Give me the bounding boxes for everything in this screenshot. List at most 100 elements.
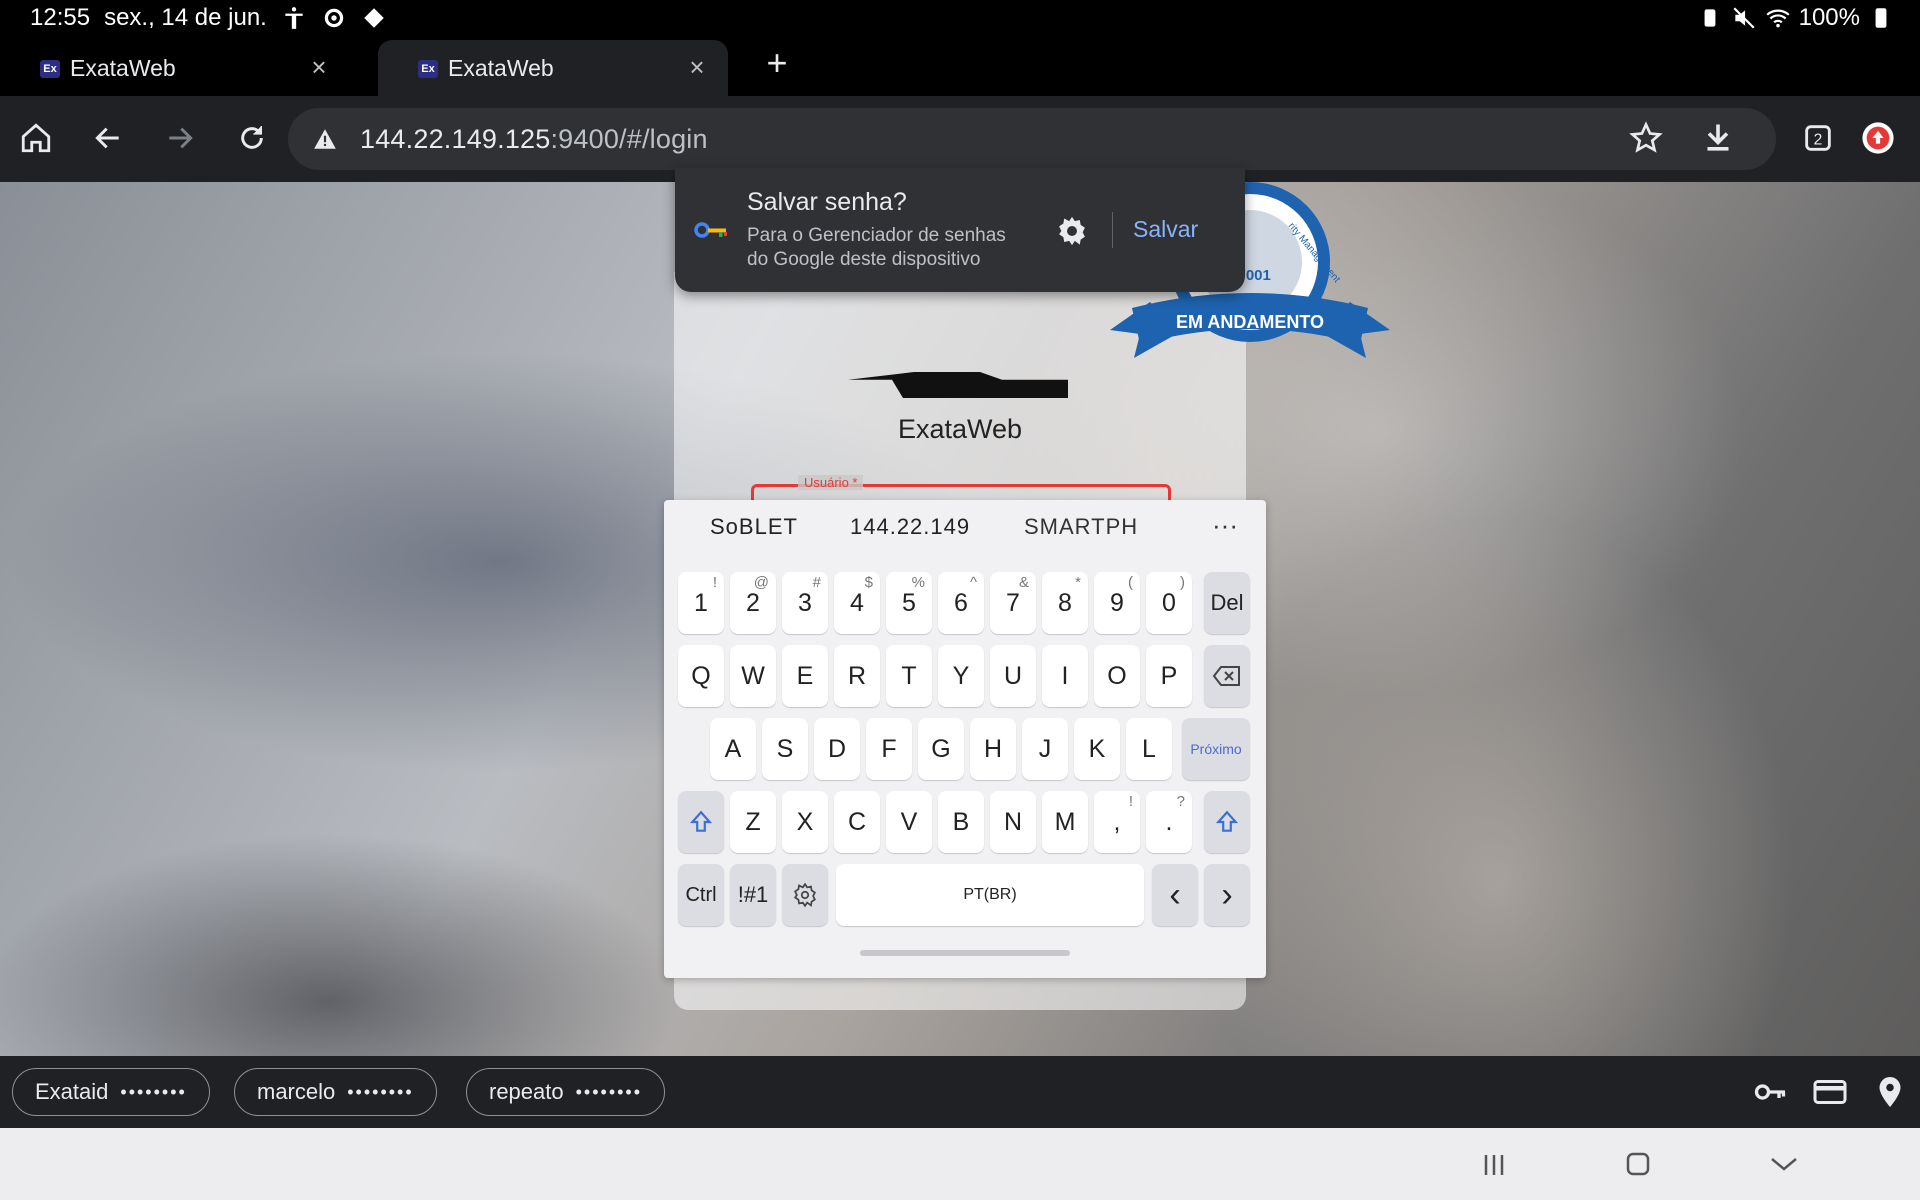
download-button[interactable]: [1700, 120, 1736, 161]
key-1[interactable]: 1!: [678, 572, 724, 634]
key-8[interactable]: 8 *: [1042, 572, 1088, 634]
symbols-key[interactable]: !#1: [730, 864, 776, 926]
period-key[interactable]: .?: [1146, 791, 1192, 853]
back-button[interactable]: [88, 118, 128, 158]
chevron-down-icon[interactable]: [1764, 1148, 1804, 1182]
arrow-left-icon: [95, 127, 119, 149]
key-label: 4: [850, 588, 864, 617]
download-icon: [1707, 124, 1729, 151]
cursor-left-key[interactable]: ‹: [1152, 864, 1198, 926]
key-7[interactable]: 7 &: [990, 572, 1036, 634]
key-6[interactable]: 6 ^: [938, 572, 984, 634]
key-h[interactable]: H: [970, 718, 1016, 780]
key-w[interactable]: W: [730, 645, 776, 707]
space-key[interactable]: PT(BR): [836, 864, 1144, 926]
next-key[interactable]: Próximo: [1182, 718, 1250, 780]
close-tab-icon[interactable]: ×: [306, 54, 332, 80]
iso-ribbon-text: EM ANDAMENTO: [1176, 312, 1324, 332]
reload-button[interactable]: [232, 118, 272, 158]
exataweb-favicon-icon: Ex: [40, 60, 60, 78]
home-icon: [21, 123, 51, 153]
recent-apps-icon[interactable]: [1474, 1148, 1514, 1182]
tab-exataweb-1[interactable]: Ex ExataWeb ×: [0, 40, 350, 96]
bookmark-star-button[interactable]: [1628, 120, 1664, 161]
gear-icon[interactable]: [1055, 214, 1089, 248]
popup-divider: [1112, 212, 1113, 248]
tab-exataweb-2[interactable]: Ex ExataWeb ×: [378, 40, 728, 96]
key-j[interactable]: J: [1022, 718, 1068, 780]
delete-key[interactable]: Del: [1204, 572, 1250, 634]
ctrl-key[interactable]: Ctrl: [678, 864, 724, 926]
chip-password-mask: ••••••••: [347, 1081, 414, 1102]
key-u[interactable]: U: [990, 645, 1036, 707]
tab-switcher-button[interactable]: 2: [1798, 118, 1838, 158]
key-x[interactable]: X: [782, 791, 828, 853]
key-secondary: ^: [969, 574, 977, 591]
location-pin-icon[interactable]: [1872, 1074, 1908, 1110]
comma-key[interactable]: ,!: [1094, 791, 1140, 853]
chip-username: Exataid: [35, 1079, 109, 1104]
home-nav-icon[interactable]: [1618, 1148, 1658, 1182]
key-n[interactable]: N: [990, 791, 1036, 853]
shift-right-key[interactable]: [1204, 791, 1250, 853]
key-label: .: [1165, 807, 1173, 836]
suggestion-3[interactable]: SMARTPH: [1024, 514, 1138, 540]
key-label: 5: [902, 588, 916, 617]
key-0[interactable]: 0): [1146, 572, 1192, 634]
key-l[interactable]: L: [1126, 718, 1172, 780]
key-g[interactable]: G: [918, 718, 964, 780]
key-i[interactable]: I: [1042, 645, 1088, 707]
key-secondary: #: [812, 574, 821, 591]
key-k[interactable]: K: [1074, 718, 1120, 780]
backspace-key[interactable]: [1204, 645, 1250, 707]
suggestion-1[interactable]: SᴏBLET: [710, 514, 798, 540]
key-v[interactable]: V: [886, 791, 932, 853]
suggestion-2[interactable]: 144.22.149: [850, 514, 970, 540]
update-alert-icon: [1862, 122, 1894, 154]
credit-card-icon[interactable]: [1812, 1074, 1848, 1110]
warning-icon[interactable]: [312, 126, 338, 152]
key-q[interactable]: Q: [678, 645, 724, 707]
profile-menu-button[interactable]: [1858, 118, 1898, 158]
system-nav-bar: [0, 1128, 1920, 1200]
shift-left-key[interactable]: [678, 791, 724, 853]
key-p[interactable]: P: [1146, 645, 1192, 707]
keyboard-settings-key[interactable]: [782, 864, 828, 926]
cursor-right-key[interactable]: ›: [1204, 864, 1250, 926]
key-y[interactable]: Y: [938, 645, 984, 707]
key-d[interactable]: D: [814, 718, 860, 780]
autofill-chip-exataid[interactable]: Exataid ••••••••: [12, 1068, 210, 1116]
key-icon[interactable]: [1752, 1074, 1788, 1110]
key-f[interactable]: F: [866, 718, 912, 780]
key-c[interactable]: C: [834, 791, 880, 853]
on-screen-keyboard: SᴏBLET 144.22.149 SMARTPH ··· 1! 2 @ 3 # 4…: [664, 500, 1266, 978]
autofill-chip-marcelo[interactable]: marcelo ••••••••: [234, 1068, 437, 1116]
key-e[interactable]: E: [782, 645, 828, 707]
address-bar[interactable]: 144.22.149.125:9400/#/login: [288, 108, 1776, 170]
more-suggestions-button[interactable]: ···: [1212, 510, 1238, 541]
forward-button[interactable]: [160, 118, 200, 158]
key-a[interactable]: A: [710, 718, 756, 780]
autofill-chip-repeato[interactable]: repeato ••••••••: [466, 1068, 666, 1116]
key-2[interactable]: 2 @: [730, 572, 776, 634]
key-m[interactable]: M: [1042, 791, 1088, 853]
key-9[interactable]: 9(: [1094, 572, 1140, 634]
key-o[interactable]: O: [1094, 645, 1140, 707]
key-r[interactable]: R: [834, 645, 880, 707]
close-tab-icon[interactable]: ×: [684, 54, 710, 80]
key-3[interactable]: 3 #: [782, 572, 828, 634]
date: sex., 14 de jun.: [104, 4, 267, 31]
new-tab-button[interactable]: +: [760, 45, 794, 81]
diamond-status-icon: [364, 8, 384, 28]
key-4[interactable]: 4 $: [834, 572, 880, 634]
key-label: 7: [1006, 588, 1020, 617]
key-s[interactable]: S: [762, 718, 808, 780]
key-t[interactable]: T: [886, 645, 932, 707]
url-text[interactable]: 144.22.149.125:9400/#/login: [360, 124, 708, 155]
home-button[interactable]: [16, 118, 56, 158]
key-5[interactable]: 5%: [886, 572, 932, 634]
key-b[interactable]: B: [938, 791, 984, 853]
save-password-button[interactable]: Salvar: [1133, 216, 1198, 243]
keyboard-drag-handle[interactable]: [860, 950, 1070, 956]
key-z[interactable]: Z: [730, 791, 776, 853]
